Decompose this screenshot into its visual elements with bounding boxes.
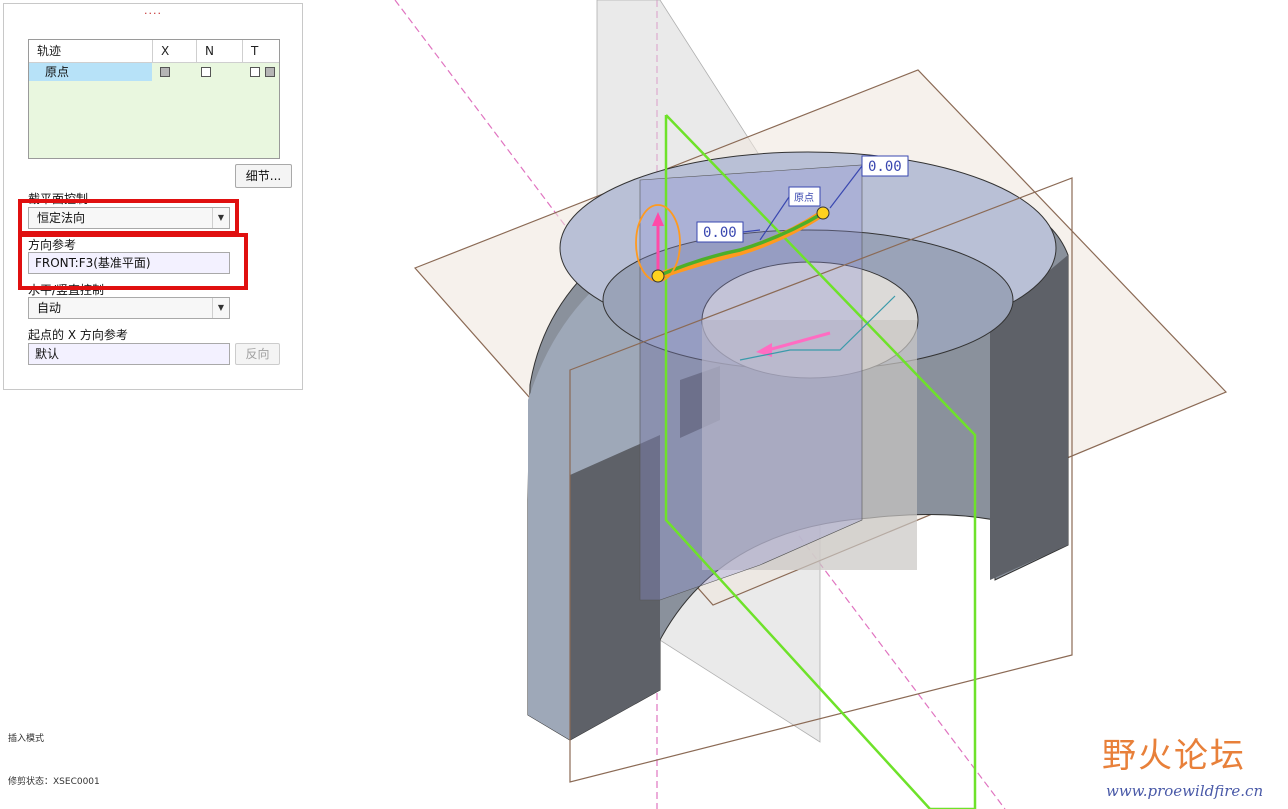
trajectory-table: 轨迹 X N T 原点 [28,39,280,159]
dimension-left: 0.00 [703,225,737,241]
end-point[interactable] [816,206,830,220]
highlight-section-plane-control [18,199,239,235]
trajectory-row[interactable]: 原点 [29,63,279,81]
details-button[interactable]: 细节... [235,164,292,188]
sweep-options-panel: .... 轨迹 X N T 原点 细节... 截平面控制 恒定法向 ▼ 方向参考… [3,3,303,390]
col-header-n: N [197,40,243,62]
watermark-url: www.proewildfire.cn [1106,782,1264,800]
highlight-direction-reference [18,233,248,290]
start-point[interactable] [651,269,665,283]
horizontal-vertical-control-value: 自动 [37,301,62,315]
horizontal-vertical-control-select[interactable]: 自动 ▼ [28,297,230,319]
flip-button[interactable]: 反向 [235,343,280,365]
chevron-down-icon[interactable]: ▼ [212,298,229,318]
t-checkbox-2[interactable] [265,67,275,77]
panel-grip[interactable]: .... [144,4,162,17]
section-sweep-surface [639,164,863,601]
t-checkbox-1[interactable] [250,67,260,77]
watermark-title: 野火论坛 [1102,736,1246,776]
x-checkbox[interactable] [160,67,170,77]
status-mode: 插入模式 [8,734,45,744]
origin-tag: 原点 [794,192,814,204]
col-header-t: T [251,44,259,58]
start-x-direction-field[interactable]: 默认 [28,343,230,365]
n-checkbox[interactable] [201,67,211,77]
col-header-x: X [153,40,197,62]
trajectory-name[interactable]: 原点 [29,63,152,81]
trajectory-table-header: 轨迹 X N T [29,40,279,63]
dimension-top: 0.00 [868,159,902,175]
start-x-direction-label: 起点的 X 方向参考 [28,328,128,342]
col-header-trajectory: 轨迹 [29,40,153,62]
status-section: 修剪状态：XSEC0001 [8,777,100,787]
